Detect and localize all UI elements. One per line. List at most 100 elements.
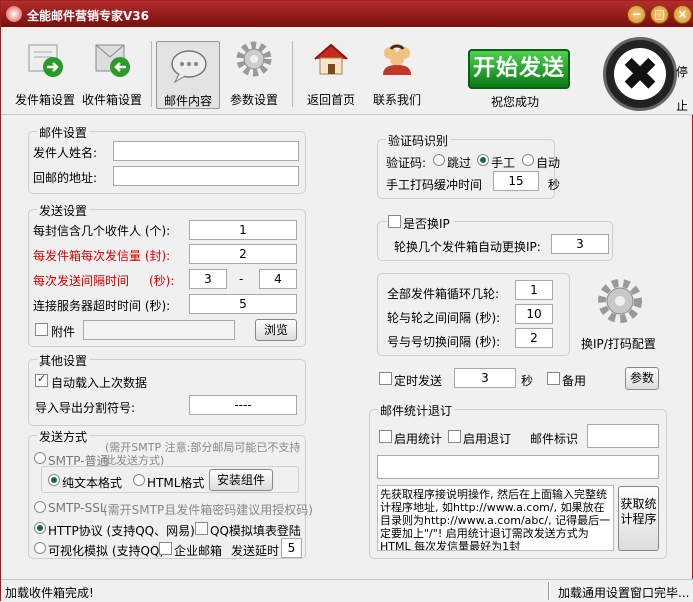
outbox-label: 发件箱设置 — [14, 93, 75, 107]
house-icon — [314, 43, 348, 75]
backup-label: 备用 — [562, 374, 587, 388]
smtp-normal-radio[interactable] — [34, 452, 46, 464]
ip-captcha-config-gear-icon[interactable] — [596, 277, 644, 325]
qq-simulate-checkbox[interactable] — [195, 522, 208, 535]
captcha-manual-radio[interactable] — [477, 154, 489, 166]
switch-interval-label: 号与号切换间隔 (秒): — [387, 335, 501, 349]
attachment-path-field[interactable] — [83, 320, 235, 340]
gear-icon — [236, 41, 272, 77]
window-title: 全能邮件营销专家V36 — [27, 9, 149, 23]
reply-address-label: 回邮的地址: — [33, 171, 98, 185]
group-title: 发送方式 — [37, 428, 90, 445]
maximize-button[interactable]: □ — [650, 5, 669, 24]
param-settings-button[interactable]: 参数设置 — [222, 35, 286, 109]
group-title: 发送设置 — [37, 202, 90, 219]
captcha-auto-radio[interactable] — [522, 154, 534, 166]
contact-button[interactable]: 联系我们 — [365, 35, 429, 109]
enterprise-mail-label: 企业邮箱 — [174, 544, 223, 558]
home-button[interactable]: 返回首页 — [299, 35, 363, 109]
html-radio[interactable] — [133, 474, 145, 486]
minimize-button[interactable]: − — [627, 5, 646, 24]
captcha-skip-label: 跳过 — [447, 156, 472, 170]
separator-label: 导入导出分割符号: — [35, 401, 136, 415]
attachment-label: 附件 — [51, 325, 76, 339]
status-divider — [548, 582, 550, 600]
timed-send-field[interactable]: 3 — [454, 368, 516, 388]
plain-text-radio[interactable] — [48, 474, 60, 486]
outbox-settings-button[interactable]: 发件箱设置 — [13, 35, 77, 109]
home-label: 返回首页 — [306, 93, 355, 107]
round-interval-label: 轮与轮之间间隔 (秒): — [387, 311, 501, 325]
interval-max-field[interactable]: 4 — [259, 269, 297, 289]
main-window: 全能邮件营销专家V36 − □ × 发件箱设置 收件箱设置 邮件内容 参数设置 … — [0, 0, 693, 602]
ip-switch-checkbox[interactable] — [388, 215, 401, 228]
plain-text-label: 纯文本格式 — [62, 476, 123, 490]
sender-name-field[interactable] — [113, 141, 299, 161]
ip-rotate-label: 轮换几个发件箱自动更换IP: — [394, 240, 541, 254]
stop-label: 停止 — [676, 65, 689, 113]
stop-button-face: ✖ — [614, 48, 666, 100]
enterprise-mail-checkbox[interactable] — [159, 542, 172, 555]
loops-field[interactable]: 1 — [515, 280, 553, 300]
group-title: 邮件设置 — [37, 124, 90, 141]
param-settings-label: 参数设置 — [229, 93, 278, 107]
group-title: 其他设置 — [37, 352, 90, 369]
visual-sim-radio[interactable] — [34, 542, 46, 554]
timed-send-checkbox[interactable] — [379, 372, 392, 385]
backup-checkbox[interactable] — [547, 372, 560, 385]
captcha-skip-radio[interactable] — [433, 154, 445, 166]
attachment-checkbox[interactable] — [35, 323, 48, 336]
mail-tag-label: 邮件标识 — [530, 432, 579, 446]
buffer-time-field[interactable]: 15 — [493, 171, 539, 191]
speech-bubble-icon — [171, 50, 207, 84]
install-component-button[interactable]: 安装组件 — [209, 469, 273, 491]
ip-rotate-field[interactable]: 3 — [551, 234, 609, 254]
ip-captcha-config-label: 换IP/打码配置 — [581, 337, 656, 351]
send-delay-field[interactable]: 5 — [281, 538, 302, 558]
html-label: HTML格式 — [147, 476, 205, 490]
status-left: 加载收件箱完成! — [5, 586, 94, 600]
smtp-ssl-radio[interactable] — [34, 501, 46, 513]
http-radio[interactable] — [34, 522, 46, 534]
per-box-field[interactable]: 2 — [189, 244, 297, 264]
inbox-settings-button[interactable]: 收件箱设置 — [80, 35, 144, 109]
reply-address-field[interactable] — [113, 166, 299, 186]
x-icon: ✖ — [620, 47, 660, 101]
browse-button[interactable]: 浏览 — [255, 319, 297, 341]
http-label: HTTP协议 (支持QQ、网易) — [48, 524, 195, 538]
timed-send-label: 定时发送 — [394, 374, 443, 388]
timeout-field[interactable]: 5 — [189, 294, 297, 314]
title-bar: 全能邮件营销专家V36 − □ × — [1, 1, 693, 27]
people-icon — [383, 44, 411, 75]
captcha-manual-label: 手工 — [491, 156, 516, 170]
autoload-checkbox[interactable] — [35, 372, 48, 387]
sender-name-label: 发件人姓名: — [33, 146, 98, 160]
smtp-ssl-label: SMTP-SSL — [48, 501, 107, 515]
stop-button[interactable]: ✖ — [603, 37, 677, 111]
per-box-label: 每发件箱每次发信量 (封): — [33, 249, 171, 263]
start-send-button[interactable]: 开始发送 — [468, 49, 570, 89]
status-message: 祝您成功 — [491, 95, 540, 109]
stats-url-field[interactable] — [377, 455, 659, 479]
round-interval-field[interactable]: 10 — [515, 304, 553, 324]
enable-stats-checkbox[interactable] — [379, 430, 392, 443]
autoload-label: 自动载入上次数据 — [51, 376, 148, 390]
interval-min-field[interactable]: 3 — [189, 269, 227, 289]
visual-sim-label: 可视化模拟 (支持QQ) — [48, 544, 165, 558]
recipients-per-mail-field[interactable]: 1 — [189, 220, 297, 240]
inbox-icon — [95, 44, 130, 77]
get-stats-program-button[interactable]: 获取统计程序 — [618, 486, 659, 551]
mail-content-button[interactable]: 邮件内容 — [156, 41, 220, 109]
ip-switch-label: 是否换IP — [403, 215, 453, 232]
captcha-label: 验证码: — [386, 156, 427, 170]
enable-unsubscribe-label: 启用退订 — [463, 432, 512, 446]
enable-unsubscribe-checkbox[interactable] — [448, 430, 461, 443]
interval-label: 每次发送间隔时间 — [33, 274, 130, 288]
close-button[interactable]: × — [673, 5, 692, 24]
status-right: 加载通用设置窗口完毕... — [558, 586, 690, 600]
mail-tag-field[interactable] — [587, 424, 659, 448]
toolbar: 发件箱设置 收件箱设置 邮件内容 参数设置 返回首页 联系我们 开始发送 祝您成… — [1, 27, 693, 115]
switch-interval-field[interactable]: 2 — [515, 328, 553, 348]
params-button[interactable]: 参数 — [625, 367, 659, 390]
separator-field[interactable]: ---- — [189, 395, 297, 415]
